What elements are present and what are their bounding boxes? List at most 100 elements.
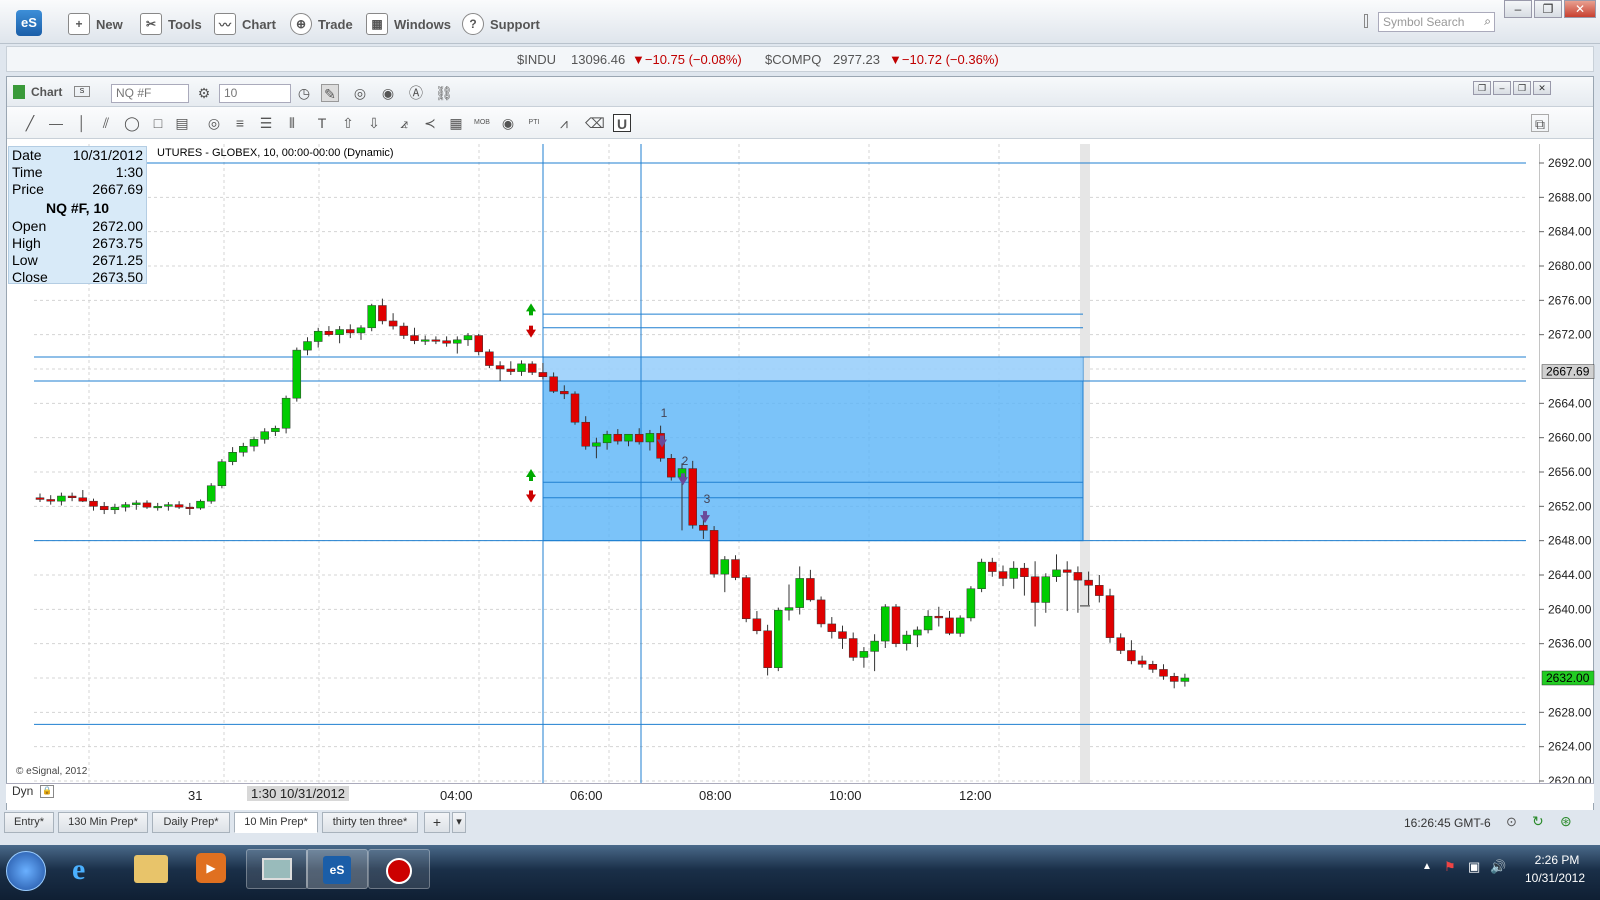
candlestick[interactable] <box>303 337 312 356</box>
connection-icon[interactable]: ⊙ <box>1506 814 1517 830</box>
candlestick[interactable] <box>292 347 302 402</box>
candlestick[interactable] <box>1137 655 1147 668</box>
fib-ext-icon[interactable]: ☰ <box>257 114 275 132</box>
minimize-button[interactable]: – <box>1504 0 1532 18</box>
candlestick[interactable] <box>1148 660 1158 673</box>
candlestick[interactable] <box>741 575 751 623</box>
taskbar-monitor-button[interactable] <box>246 849 308 889</box>
interval-input[interactable]: 10 <box>219 84 291 103</box>
candlestick[interactable] <box>506 361 516 376</box>
candlestick[interactable] <box>570 391 580 425</box>
candlestick[interactable] <box>1159 664 1168 680</box>
network-icon[interactable]: ▣ <box>1468 859 1480 875</box>
link-chain-icon[interactable]: ⛓ <box>435 84 453 102</box>
chart-minimize-button[interactable]: – <box>1493 81 1511 95</box>
fib-icon[interactable]: ≡ <box>231 114 249 132</box>
candlestick[interactable] <box>945 611 954 636</box>
candlestick[interactable] <box>217 459 227 489</box>
candlestick[interactable] <box>335 326 344 344</box>
candlestick[interactable] <box>988 557 997 577</box>
candlestick[interactable] <box>891 604 901 648</box>
candlestick[interactable] <box>763 624 772 676</box>
candlestick[interactable] <box>35 493 45 503</box>
candlestick[interactable] <box>720 556 730 593</box>
candlestick[interactable] <box>731 555 740 581</box>
channel-icon[interactable]: ⫽ <box>97 114 115 132</box>
pitchfork-icon[interactable]: ▤ <box>173 114 191 132</box>
grid-icon[interactable]: ▦ <box>447 114 465 132</box>
volume-icon[interactable]: 🔊 <box>1490 859 1506 875</box>
price-chart[interactable]: 1 2 3 <box>14 144 1546 796</box>
candlestick[interactable] <box>1030 561 1040 627</box>
candlestick[interactable] <box>870 634 879 672</box>
candlestick[interactable] <box>367 303 376 332</box>
candlestick[interactable] <box>313 327 323 348</box>
candlestick[interactable] <box>774 607 783 672</box>
candlestick[interactable] <box>399 322 409 339</box>
taskbar-esignal-button[interactable]: eS <box>306 849 368 889</box>
candlestick[interactable] <box>838 625 847 649</box>
candlestick[interactable] <box>153 502 162 511</box>
candlestick[interactable] <box>881 604 890 648</box>
candlestick[interactable] <box>1009 561 1018 589</box>
tab-10-min-prep[interactable]: 10 Min Prep* <box>234 812 318 833</box>
ie-icon[interactable]: e <box>72 853 108 889</box>
candlestick[interactable] <box>57 492 66 506</box>
menu-support-button[interactable]: ? Support <box>462 10 540 38</box>
candlestick[interactable] <box>859 647 869 668</box>
ticker-indu-symbol[interactable]: $INDU <box>517 52 556 67</box>
zigzag-icon[interactable]: ⩘ <box>555 114 573 132</box>
candlestick[interactable] <box>442 336 451 347</box>
candlestick[interactable] <box>260 428 269 444</box>
candlestick[interactable] <box>474 333 483 356</box>
up-arrow-icon[interactable]: ⇧ <box>339 114 357 132</box>
menu-tools-button[interactable]: ✂ Tools <box>140 10 202 38</box>
candlestick[interactable] <box>527 361 537 376</box>
chart-float-button[interactable]: ❐ <box>1473 81 1491 95</box>
menu-new-button[interactable]: + New <box>68 10 123 38</box>
lock-icon[interactable]: 🔒 <box>40 785 54 798</box>
tab-entry[interactable]: Entry* <box>4 812 54 833</box>
candlestick[interactable] <box>420 335 430 345</box>
candlestick[interactable] <box>453 336 462 354</box>
study-icon[interactable]: ◎ <box>351 84 369 102</box>
candlestick[interactable] <box>132 500 141 510</box>
candlestick[interactable] <box>388 313 398 330</box>
candlestick[interactable] <box>67 492 77 502</box>
candlestick[interactable] <box>164 502 173 511</box>
candlestick[interactable] <box>848 632 858 661</box>
text-icon[interactable]: T <box>313 114 331 132</box>
candlestick[interactable] <box>431 336 441 345</box>
menu-windows-button[interactable]: ▦ Windows <box>366 10 451 38</box>
candlestick[interactable] <box>709 526 719 578</box>
candlestick[interactable] <box>121 502 130 512</box>
candlestick[interactable] <box>249 436 259 452</box>
trendline-icon[interactable]: ╱ <box>21 114 39 132</box>
candlestick[interactable] <box>228 447 237 466</box>
candlestick[interactable] <box>410 327 419 345</box>
candlestick[interactable] <box>1116 633 1125 654</box>
candlestick[interactable] <box>913 626 922 648</box>
vertical-line-icon[interactable]: │ <box>73 114 91 132</box>
flag-icon[interactable]: ⚑ <box>1444 859 1456 875</box>
candlestick[interactable] <box>1169 672 1179 689</box>
candlestick[interactable] <box>324 326 334 337</box>
candlestick[interactable] <box>1062 561 1072 612</box>
candlestick[interactable] <box>816 596 826 628</box>
candlestick[interactable] <box>485 349 494 369</box>
candlestick[interactable] <box>356 325 366 340</box>
gann-icon[interactable]: ⦨ <box>395 114 413 132</box>
tab-daily-prep[interactable]: Daily Prep* <box>152 812 230 833</box>
candlestick[interactable] <box>281 395 291 434</box>
candlestick[interactable] <box>463 332 473 346</box>
candlestick[interactable] <box>806 569 815 602</box>
candlestick[interactable] <box>902 630 911 651</box>
entry-zone-box[interactable] <box>542 356 1084 542</box>
taskbar-app-button[interactable] <box>368 849 430 889</box>
candlestick[interactable] <box>1052 554 1061 582</box>
horizontal-line-icon[interactable]: — <box>47 114 65 132</box>
candlestick[interactable] <box>174 501 184 509</box>
ellipse-icon[interactable]: ◯ <box>123 114 141 132</box>
taskbar-time[interactable]: 2:26 PM <box>1532 853 1582 867</box>
time-zones-icon[interactable]: ⦀ <box>283 114 301 132</box>
